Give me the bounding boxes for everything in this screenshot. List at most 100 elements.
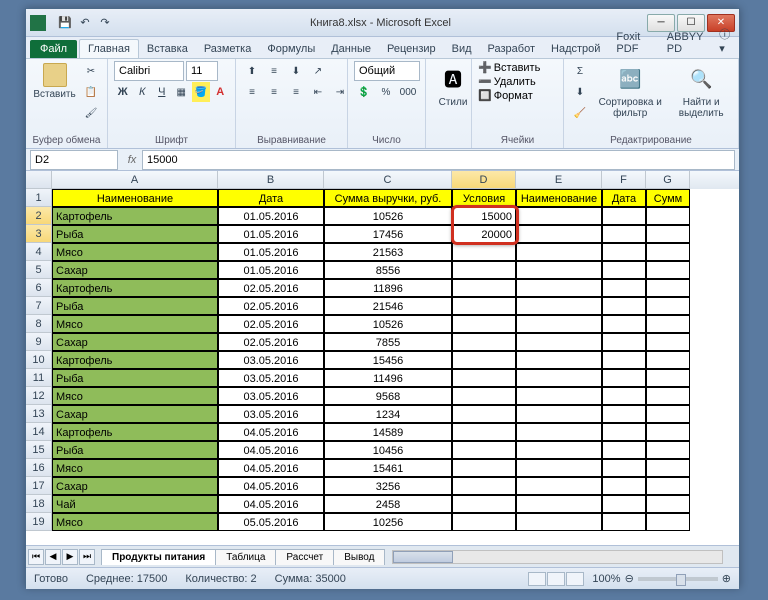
cell[interactable]: [452, 279, 516, 297]
tab-addins[interactable]: Надстрой: [543, 40, 608, 58]
cell[interactable]: 02.05.2016: [218, 315, 324, 333]
cell[interactable]: [452, 405, 516, 423]
cell[interactable]: [516, 513, 602, 531]
cell[interactable]: Рыба: [52, 297, 218, 315]
row-header[interactable]: 15: [26, 441, 52, 459]
cell[interactable]: [452, 261, 516, 279]
cell[interactable]: [452, 495, 516, 513]
cell[interactable]: Сахар: [52, 333, 218, 351]
sheet-tab[interactable]: Таблица: [215, 549, 276, 565]
cell[interactable]: [516, 207, 602, 225]
cell[interactable]: 10456: [324, 441, 452, 459]
col-header-g[interactable]: G: [646, 171, 690, 189]
align-left-icon[interactable]: ≡: [242, 82, 262, 102]
undo-icon[interactable]: ↶: [76, 14, 94, 32]
cell[interactable]: [646, 315, 690, 333]
cell[interactable]: [646, 333, 690, 351]
cell[interactable]: 21563: [324, 243, 452, 261]
tab-formulas[interactable]: Формулы: [259, 40, 323, 58]
tab-foxit[interactable]: Foxit PDF: [608, 28, 658, 58]
formula-input[interactable]: 15000: [142, 150, 735, 170]
row-header[interactable]: 5: [26, 261, 52, 279]
cell[interactable]: [646, 405, 690, 423]
underline-button[interactable]: Ч: [153, 82, 171, 102]
cell[interactable]: 03.05.2016: [218, 351, 324, 369]
cell[interactable]: Дата: [602, 189, 646, 207]
row-header[interactable]: 9: [26, 333, 52, 351]
cell[interactable]: 03.05.2016: [218, 405, 324, 423]
cell[interactable]: Картофель: [52, 423, 218, 441]
tab-abbyy[interactable]: ABBYY PD: [659, 28, 714, 58]
cell[interactable]: [646, 351, 690, 369]
cell[interactable]: [516, 351, 602, 369]
cell[interactable]: 01.05.2016: [218, 261, 324, 279]
cell[interactable]: 01.05.2016: [218, 207, 324, 225]
cell[interactable]: [602, 369, 646, 387]
tab-review[interactable]: Рецензир: [379, 40, 444, 58]
bold-button[interactable]: Ж: [114, 82, 132, 102]
view-pagebreak-icon[interactable]: [566, 572, 584, 586]
fx-icon[interactable]: fx: [122, 154, 142, 166]
cell[interactable]: Мясо: [52, 459, 218, 477]
cell[interactable]: 10526: [324, 207, 452, 225]
cell[interactable]: 11496: [324, 369, 452, 387]
italic-button[interactable]: К: [134, 82, 152, 102]
cell[interactable]: 8556: [324, 261, 452, 279]
cell[interactable]: Картофель: [52, 351, 218, 369]
cell[interactable]: [516, 423, 602, 441]
cell[interactable]: [646, 513, 690, 531]
delete-cells-button[interactable]: ➖ Удалить: [478, 75, 540, 88]
cell[interactable]: [452, 297, 516, 315]
sheet-nav-last-icon[interactable]: ⏭: [79, 549, 95, 565]
cell[interactable]: 04.05.2016: [218, 441, 324, 459]
cell[interactable]: Сумм: [646, 189, 690, 207]
cell[interactable]: Сумма выручки, руб.: [324, 189, 452, 207]
cell[interactable]: Картофель: [52, 279, 218, 297]
currency-icon[interactable]: 💲: [354, 82, 374, 102]
tab-view[interactable]: Вид: [444, 40, 480, 58]
tab-layout[interactable]: Разметка: [196, 40, 260, 58]
row-header[interactable]: 7: [26, 297, 52, 315]
clear-icon[interactable]: 🧹: [570, 103, 590, 123]
cell[interactable]: [646, 477, 690, 495]
comma-icon[interactable]: 000: [398, 82, 418, 102]
cell[interactable]: [452, 369, 516, 387]
cell[interactable]: Сахар: [52, 261, 218, 279]
row-header[interactable]: 11: [26, 369, 52, 387]
cell[interactable]: [602, 315, 646, 333]
autosum-icon[interactable]: Σ: [570, 61, 590, 81]
cell[interactable]: [646, 243, 690, 261]
cell[interactable]: 05.05.2016: [218, 513, 324, 531]
cell[interactable]: [602, 243, 646, 261]
align-top-icon[interactable]: ⬆: [242, 61, 262, 81]
cell[interactable]: [646, 261, 690, 279]
cell[interactable]: Условия: [452, 189, 516, 207]
cell[interactable]: [516, 369, 602, 387]
paste-button[interactable]: Вставить: [32, 61, 77, 102]
zoom-in-icon[interactable]: ⊕: [722, 572, 731, 585]
col-header-e[interactable]: E: [516, 171, 602, 189]
cell[interactable]: 1234: [324, 405, 452, 423]
cell[interactable]: [646, 225, 690, 243]
cell[interactable]: [646, 207, 690, 225]
row-header[interactable]: 12: [26, 387, 52, 405]
cell[interactable]: [516, 333, 602, 351]
cell[interactable]: Мясо: [52, 315, 218, 333]
cell[interactable]: [602, 459, 646, 477]
row-header[interactable]: 3: [26, 225, 52, 243]
cell[interactable]: [602, 279, 646, 297]
cell[interactable]: Сахар: [52, 477, 218, 495]
cell[interactable]: [602, 351, 646, 369]
cell[interactable]: [646, 495, 690, 513]
cell[interactable]: [452, 459, 516, 477]
cell[interactable]: [646, 459, 690, 477]
cell[interactable]: 21546: [324, 297, 452, 315]
cell[interactable]: [602, 261, 646, 279]
cell[interactable]: Дата: [218, 189, 324, 207]
cell[interactable]: [602, 405, 646, 423]
cell[interactable]: [602, 297, 646, 315]
font-name[interactable]: Calibri: [114, 61, 184, 81]
cell[interactable]: 04.05.2016: [218, 423, 324, 441]
cell[interactable]: [516, 405, 602, 423]
cell[interactable]: Наименование: [52, 189, 218, 207]
